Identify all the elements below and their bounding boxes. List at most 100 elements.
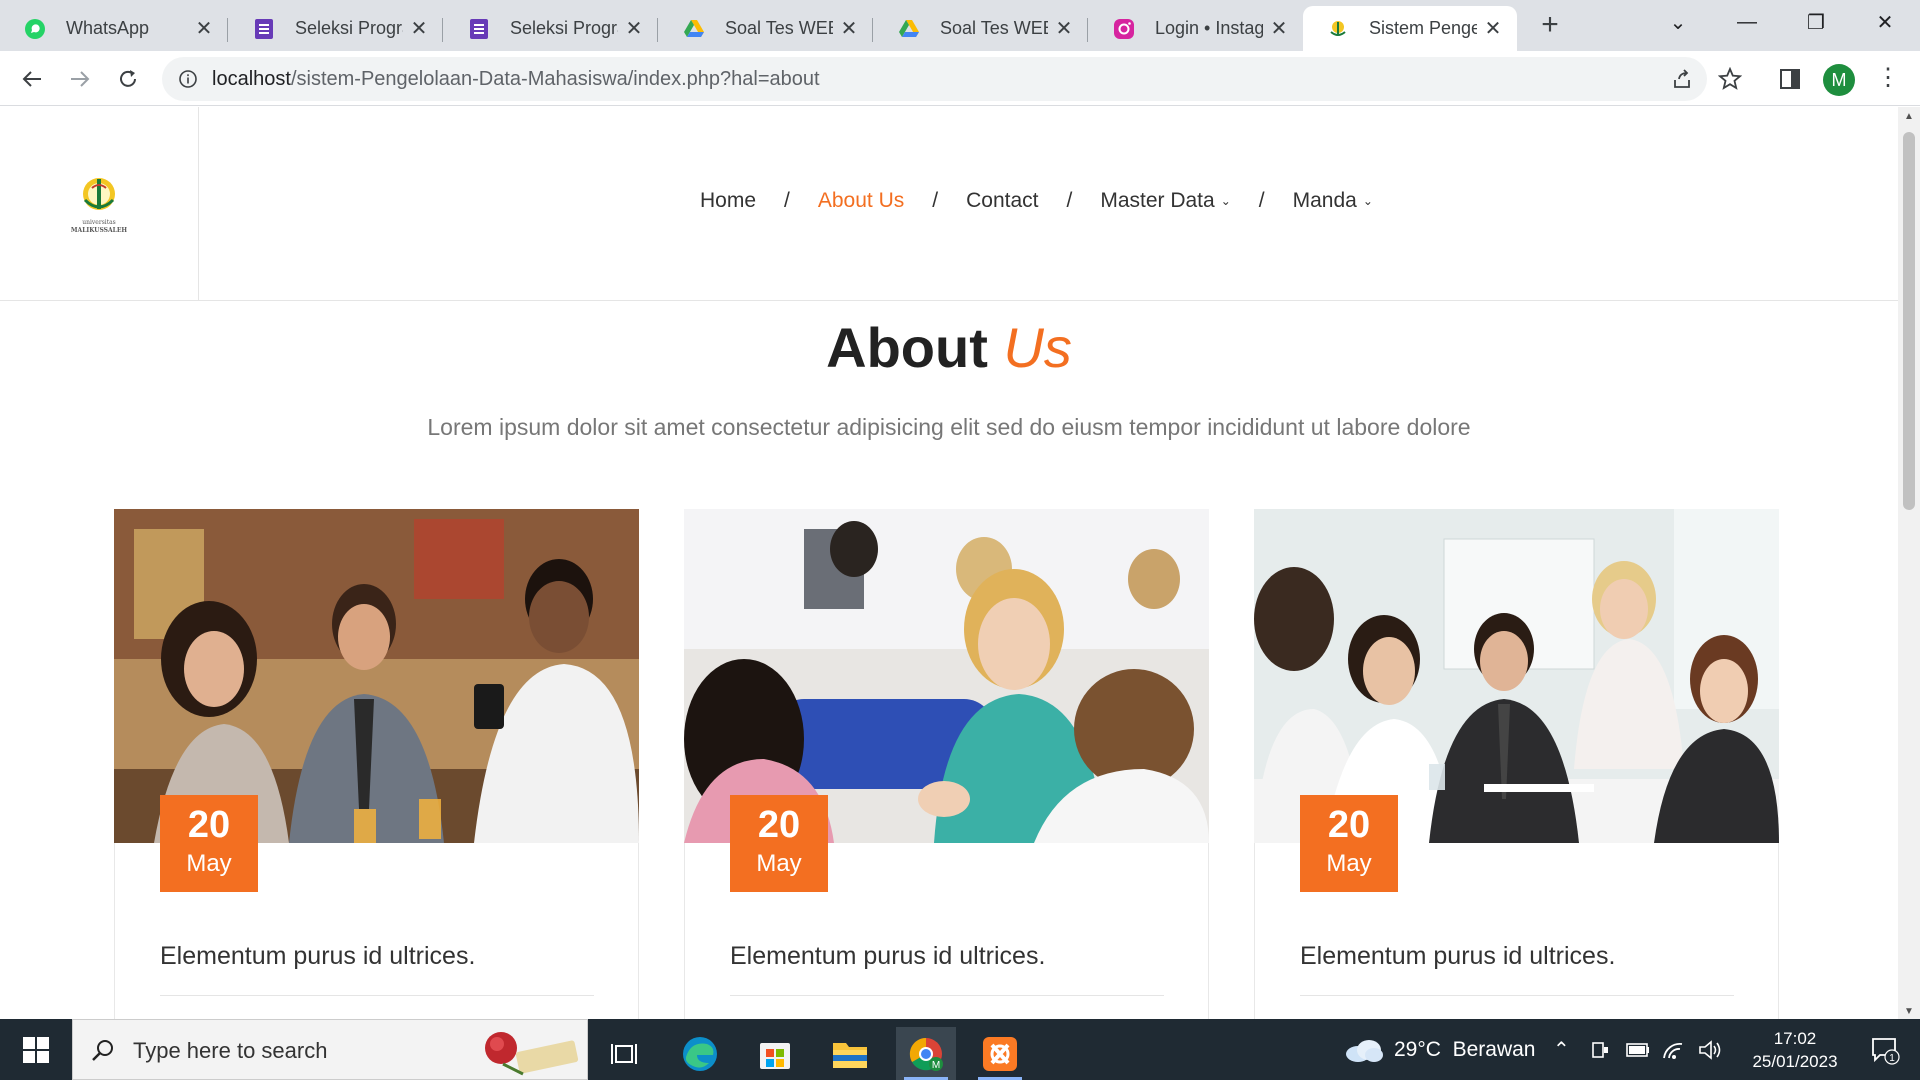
nav-contact[interactable]: Contact — [966, 189, 1038, 213]
battery-icon[interactable] — [1626, 1019, 1650, 1080]
drive-icon — [898, 18, 920, 40]
tab-separator — [442, 18, 443, 42]
section-title-main: About — [826, 316, 988, 379]
reload-icon — [120, 70, 136, 87]
tab-title: Soal Tes WEB D — [725, 18, 833, 38]
nav-manda-label: Manda — [1292, 189, 1357, 212]
card-image — [1254, 509, 1779, 843]
blog-card[interactable]: 20 May Elementum purus id ultrices. — [684, 509, 1209, 1019]
meet-now-icon[interactable] — [1590, 1019, 1610, 1080]
forms-icon — [253, 18, 275, 40]
start-button[interactable] — [0, 1019, 72, 1080]
blog-card[interactable]: 20 May Elementum purus id ultrices. — [114, 509, 639, 1019]
scrollbar-thumb[interactable] — [1903, 132, 1915, 510]
card-divider — [1300, 995, 1734, 996]
whatsapp-icon — [24, 18, 46, 40]
microsoft-store-icon[interactable] — [745, 1027, 805, 1080]
close-tab-icon[interactable]: ✕ — [1483, 16, 1503, 41]
scroll-down-icon[interactable]: ▼ — [1904, 1006, 1914, 1017]
tab-title: Seleksi Program — [295, 18, 403, 38]
browser-tab-whatsapp[interactable]: WhatsApp ✕ — [0, 6, 228, 51]
close-tab-icon[interactable]: ✕ — [194, 16, 214, 41]
card-title[interactable]: Elementum purus id ultrices. — [730, 942, 1045, 971]
nav-master-data[interactable]: Master Data ⌄ — [1100, 189, 1230, 213]
page-scrollbar[interactable]: ▲ ▼ — [1898, 107, 1920, 1019]
weather-text: 29°C Berawan — [1394, 1037, 1536, 1061]
windows-taskbar: Type here to search M 29°C Berawan ⌃ 17:… — [0, 1019, 1920, 1080]
tab-separator — [872, 18, 873, 42]
taskbar-search-input[interactable]: Type here to search — [72, 1019, 588, 1080]
instagram-icon — [1113, 18, 1135, 40]
browser-menu-icon[interactable]: ⋮ — [1876, 65, 1900, 93]
tab-title: WhatsApp — [66, 18, 150, 38]
close-tab-icon[interactable]: ✕ — [409, 16, 429, 41]
url-text: localhost/sistem-Pengelolaan-Data-Mahasi… — [212, 68, 820, 91]
date-month: May — [756, 850, 802, 877]
network-icon[interactable] — [1662, 1019, 1684, 1080]
site-info-icon[interactable] — [178, 69, 198, 89]
weather-widget[interactable]: 29°C Berawan — [1344, 1019, 1535, 1080]
nav-manda[interactable]: Manda ⌄ — [1293, 189, 1373, 213]
new-tab-button[interactable]: + — [1533, 8, 1567, 42]
page-viewport: universitas MALIKUSSALEH Home / About Us… — [0, 107, 1898, 1019]
back-button[interactable] — [14, 61, 50, 97]
forward-button[interactable] — [62, 61, 98, 97]
blog-card[interactable]: 20 May Elementum purus id ultrices. — [1254, 509, 1779, 1019]
profile-avatar[interactable]: M — [1823, 64, 1855, 96]
browser-tab-seleksi-2[interactable]: Seleksi Program ✕ — [444, 6, 658, 51]
date-badge: 20 May — [160, 795, 258, 892]
logo-text-line2: MALIKUSSALEH — [70, 227, 128, 234]
tab-separator — [657, 18, 658, 42]
volume-icon[interactable] — [1698, 1019, 1722, 1080]
nav-home[interactable]: Home — [700, 189, 756, 213]
close-tab-icon[interactable]: ✕ — [624, 16, 644, 41]
nav-master-data-label: Master Data — [1100, 189, 1215, 212]
nav-about-us[interactable]: About Us — [818, 189, 904, 213]
drive-icon — [683, 18, 705, 40]
section-subtitle: Lorem ipsum dolor sit amet consectetur a… — [427, 414, 1471, 440]
card-divider — [730, 995, 1164, 996]
chevron-down-icon: ⌄ — [1220, 194, 1231, 208]
browser-tab-seleksi-1[interactable]: Seleksi Program ✕ — [229, 6, 443, 51]
nav-separator: / — [1066, 189, 1073, 212]
close-tab-icon[interactable]: ✕ — [839, 16, 859, 41]
tray-chevron-icon[interactable]: ⌃ — [1553, 1019, 1570, 1080]
card-title[interactable]: Elementum purus id ultrices. — [1300, 942, 1615, 971]
url-host: localhost — [212, 68, 291, 90]
close-tab-icon[interactable]: ✕ — [1054, 16, 1074, 41]
address-bar[interactable]: localhost/sistem-Pengelolaan-Data-Mahasi… — [162, 57, 1742, 101]
close-window-button[interactable]: ✕ — [1851, 0, 1919, 44]
browser-tab-soal-1[interactable]: Soal Tes WEB D ✕ — [659, 6, 873, 51]
share-icon[interactable] — [1671, 68, 1693, 90]
xampp-icon[interactable] — [970, 1027, 1030, 1080]
nav-separator: / — [932, 189, 939, 212]
task-view-icon[interactable] — [594, 1027, 654, 1080]
reload-button[interactable] — [110, 61, 146, 97]
minimize-button[interactable]: — — [1713, 0, 1781, 44]
taskbar-clock[interactable]: 17:02 25/01/2023 — [1740, 1027, 1850, 1073]
side-panel-icon[interactable] — [1779, 68, 1801, 90]
university-emblem-icon — [83, 178, 115, 210]
tab-title: Login • Instagr — [1155, 18, 1263, 38]
tab-separator — [1087, 18, 1088, 42]
card-image — [684, 509, 1209, 843]
notification-center-icon[interactable]: 1 — [1860, 1019, 1910, 1080]
file-explorer-icon[interactable] — [820, 1027, 880, 1080]
browser-tab-instagram[interactable]: Login • Instagr ✕ — [1089, 6, 1303, 51]
restore-button[interactable]: ❐ — [1782, 0, 1850, 44]
bookmark-star-icon[interactable] — [1718, 67, 1742, 91]
close-tab-icon[interactable]: ✕ — [1269, 16, 1289, 41]
logo[interactable]: universitas MALIKUSSALEH — [0, 107, 199, 301]
card-title[interactable]: Elementum purus id ultrices. — [160, 942, 475, 971]
chrome-app-icon[interactable]: M — [896, 1027, 956, 1080]
card-image — [114, 509, 639, 843]
browser-tab-sistem-active[interactable]: Sistem Pengelo ✕ — [1303, 6, 1517, 51]
scroll-up-icon[interactable]: ▲ — [1904, 111, 1914, 122]
card-photo — [684, 509, 1209, 843]
tab-title: Seleksi Program — [510, 18, 618, 38]
edge-browser-icon[interactable] — [670, 1027, 730, 1080]
tab-strip: WhatsApp ✕ Seleksi Program ✕ Seleksi Pro… — [0, 0, 1920, 51]
tab-search-icon[interactable]: ⌄ — [1644, 0, 1712, 44]
main-nav: Home / About Us / Contact / Master Data ⌄… — [700, 189, 1373, 213]
browser-tab-soal-2[interactable]: Soal Tes WEB D ✕ — [874, 6, 1088, 51]
